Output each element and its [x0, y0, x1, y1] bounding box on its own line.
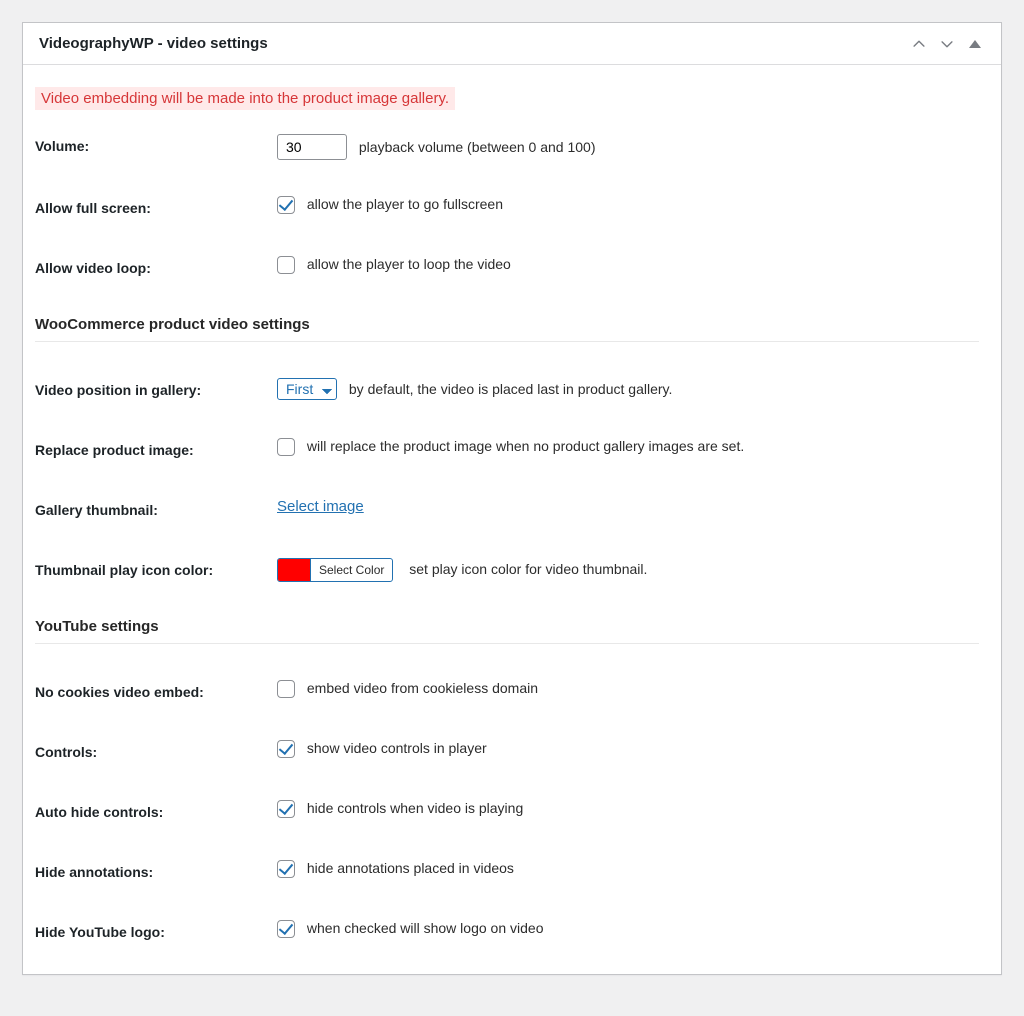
controls-desc: show video controls in player	[307, 740, 487, 756]
header-actions	[905, 26, 989, 62]
autohide-label: Auto hide controls:	[35, 782, 277, 842]
annotations-label: Hide annotations:	[35, 842, 277, 902]
settings-metabox: VideographyWP - video settings Video emb…	[22, 22, 1002, 975]
thumb-label: Gallery thumbnail:	[35, 480, 277, 540]
settings-table: Volume: playback volume (between 0 and 1…	[35, 116, 989, 962]
volume-desc: playback volume (between 0 and 100)	[359, 139, 596, 155]
hideyt-checkbox[interactable]	[277, 920, 295, 938]
nocookie-desc: embed video from cookieless domain	[307, 680, 538, 696]
position-select[interactable]: First	[277, 378, 337, 400]
yt-section-title: YouTube settings	[35, 618, 979, 644]
fullscreen-checkbox[interactable]	[277, 196, 295, 214]
wc-section-title: WooCommerce product video settings	[35, 316, 979, 342]
select-image-link[interactable]: Select image	[277, 498, 364, 515]
hideyt-desc: when checked will show logo on video	[307, 920, 544, 936]
move-down-button[interactable]	[933, 26, 961, 62]
loop-checkbox[interactable]	[277, 256, 295, 274]
color-picker[interactable]: Select Color	[277, 558, 393, 582]
controls-checkbox[interactable]	[277, 740, 295, 758]
position-label: Video position in gallery:	[35, 360, 277, 420]
icon-color-desc: set play icon color for video thumbnail.	[409, 561, 647, 577]
controls-label: Controls:	[35, 722, 277, 782]
loop-desc: allow the player to loop the video	[307, 256, 511, 272]
autohide-checkbox[interactable]	[277, 800, 295, 818]
metabox-header: VideographyWP - video settings	[23, 23, 1001, 65]
replace-checkbox[interactable]	[277, 438, 295, 456]
fullscreen-label: Allow full screen:	[35, 178, 277, 238]
replace-label: Replace product image:	[35, 420, 277, 480]
annotations-desc: hide annotations placed in videos	[307, 860, 514, 876]
toggle-panel-button[interactable]	[961, 26, 989, 62]
replace-desc: will replace the product image when no p…	[307, 438, 744, 454]
color-swatch	[278, 559, 311, 581]
hideyt-label: Hide YouTube logo:	[35, 902, 277, 962]
volume-input[interactable]	[277, 134, 347, 160]
loop-label: Allow video loop:	[35, 238, 277, 298]
position-desc: by default, the video is placed last in …	[349, 381, 672, 397]
move-up-button[interactable]	[905, 26, 933, 62]
nocookie-checkbox[interactable]	[277, 680, 295, 698]
panel-title: VideographyWP - video settings	[35, 23, 272, 64]
fullscreen-desc: allow the player to go fullscreen	[307, 196, 503, 212]
autohide-desc: hide controls when video is playing	[307, 800, 523, 816]
volume-label: Volume:	[35, 116, 277, 178]
embedding-notice: Video embedding will be made into the pr…	[35, 87, 455, 110]
nocookie-label: No cookies video embed:	[35, 662, 277, 722]
triangle-up-icon	[969, 40, 981, 48]
icon-color-label: Thumbnail play icon color:	[35, 540, 277, 600]
select-color-button: Select Color	[311, 559, 392, 581]
annotations-checkbox[interactable]	[277, 860, 295, 878]
